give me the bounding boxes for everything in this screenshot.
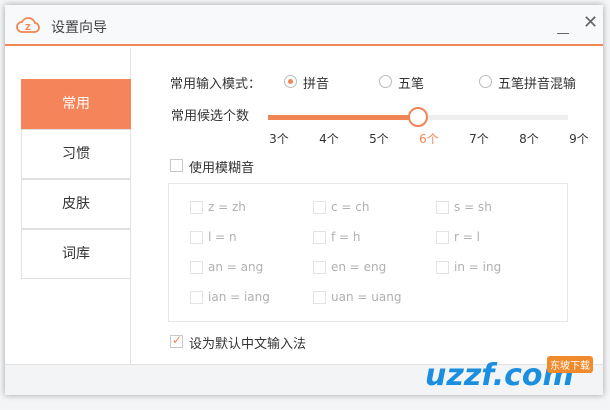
fuzzy-option-checkbox[interactable] bbox=[436, 261, 449, 274]
fuzzy-option-checkbox[interactable] bbox=[313, 201, 326, 214]
fuzzy-option-checkbox[interactable] bbox=[313, 291, 326, 304]
fuzzy-option-checkbox[interactable] bbox=[190, 231, 203, 244]
slider-tick-label[interactable]: 3个 bbox=[264, 130, 294, 147]
sidebar: 常用 习惯 皮肤 词库 bbox=[5, 48, 131, 364]
fuzzy-checkbox[interactable] bbox=[170, 159, 183, 172]
fuzzy-option-label: uan = uang bbox=[331, 290, 402, 304]
title-bar: Z 设置向导 ✕ bbox=[5, 5, 603, 46]
slider-tick-label[interactable]: 9个 bbox=[564, 130, 594, 147]
radio-pinyin-label[interactable]: 拼音 bbox=[303, 73, 329, 92]
radio-mixed-label[interactable]: 五笔拼音混输 bbox=[498, 73, 576, 92]
fuzzy-option-checkbox[interactable] bbox=[190, 291, 203, 304]
fuzzy-option-label: l = n bbox=[208, 230, 237, 244]
slider-tick-label[interactable]: 4个 bbox=[314, 130, 344, 147]
default-ime-label[interactable]: 设为默认中文输入法 bbox=[189, 333, 306, 352]
fuzzy-option-label: an = ang bbox=[208, 260, 264, 274]
input-mode-label: 常用输入模式： bbox=[170, 77, 262, 92]
candidates-slider[interactable] bbox=[268, 107, 568, 127]
radio-mixed[interactable] bbox=[479, 75, 492, 88]
radio-wubi[interactable] bbox=[379, 75, 392, 88]
window-title: 设置向导 bbox=[51, 20, 107, 36]
slider-fill bbox=[268, 115, 418, 120]
fuzzy-option-checkbox[interactable] bbox=[313, 231, 326, 244]
fuzzy-option-label: z = zh bbox=[208, 200, 246, 214]
sidebar-tab-skins[interactable]: 皮肤 bbox=[21, 179, 131, 229]
fuzzy-option-label: en = eng bbox=[331, 260, 387, 274]
sidebar-tab-common[interactable]: 常用 bbox=[21, 79, 131, 129]
cloud-logo-icon: Z bbox=[16, 17, 40, 33]
candidates-label: 常用候选个数 bbox=[171, 109, 250, 124]
radio-pinyin[interactable] bbox=[284, 75, 297, 88]
fuzzy-option-label: s = sh bbox=[454, 200, 492, 214]
default-ime-checkbox[interactable] bbox=[170, 333, 183, 348]
settings-wizard-dialog: Z 设置向导 ✕ 常用 习惯 皮肤 词库 常用输入模式： 拼音 五笔 五笔拼音混… bbox=[5, 5, 603, 395]
slider-tick-label[interactable]: 5个 bbox=[364, 130, 394, 147]
fuzzy-label[interactable]: 使用模糊音 bbox=[189, 157, 254, 176]
sidebar-tab-dictionary[interactable]: 词库 bbox=[21, 229, 131, 279]
slider-tick-label[interactable]: 6个 bbox=[414, 130, 444, 147]
slider-tick-label[interactable]: 8个 bbox=[514, 130, 544, 147]
minimize-button[interactable] bbox=[553, 17, 573, 37]
radio-wubi-label[interactable]: 五笔 bbox=[398, 73, 424, 92]
fuzzy-option-label: r = l bbox=[454, 230, 480, 244]
slider-knob[interactable] bbox=[408, 107, 428, 127]
fuzzy-option-checkbox[interactable] bbox=[190, 261, 203, 274]
fuzzy-option-checkbox[interactable] bbox=[436, 231, 449, 244]
fuzzy-option-checkbox[interactable] bbox=[436, 201, 449, 214]
fuzzy-option-label: f = h bbox=[331, 230, 361, 244]
fuzzy-option-checkbox[interactable] bbox=[313, 261, 326, 274]
slider-tick-label[interactable]: 7个 bbox=[464, 130, 494, 147]
sidebar-tab-habits[interactable]: 习惯 bbox=[21, 129, 131, 179]
svg-text:Z: Z bbox=[25, 23, 31, 32]
close-button[interactable]: ✕ bbox=[583, 13, 598, 33]
fuzzy-option-label: in = ing bbox=[454, 260, 502, 274]
fuzzy-options-panel: z = zh c = ch s = sh l = n f = h r = l an = an… bbox=[168, 183, 568, 322]
fuzzy-option-label: c = ch bbox=[331, 200, 370, 214]
watermark-badge: 东坡下载 bbox=[547, 356, 593, 373]
fuzzy-option-label: ian = iang bbox=[208, 290, 270, 304]
fuzzy-option-checkbox[interactable] bbox=[190, 201, 203, 214]
